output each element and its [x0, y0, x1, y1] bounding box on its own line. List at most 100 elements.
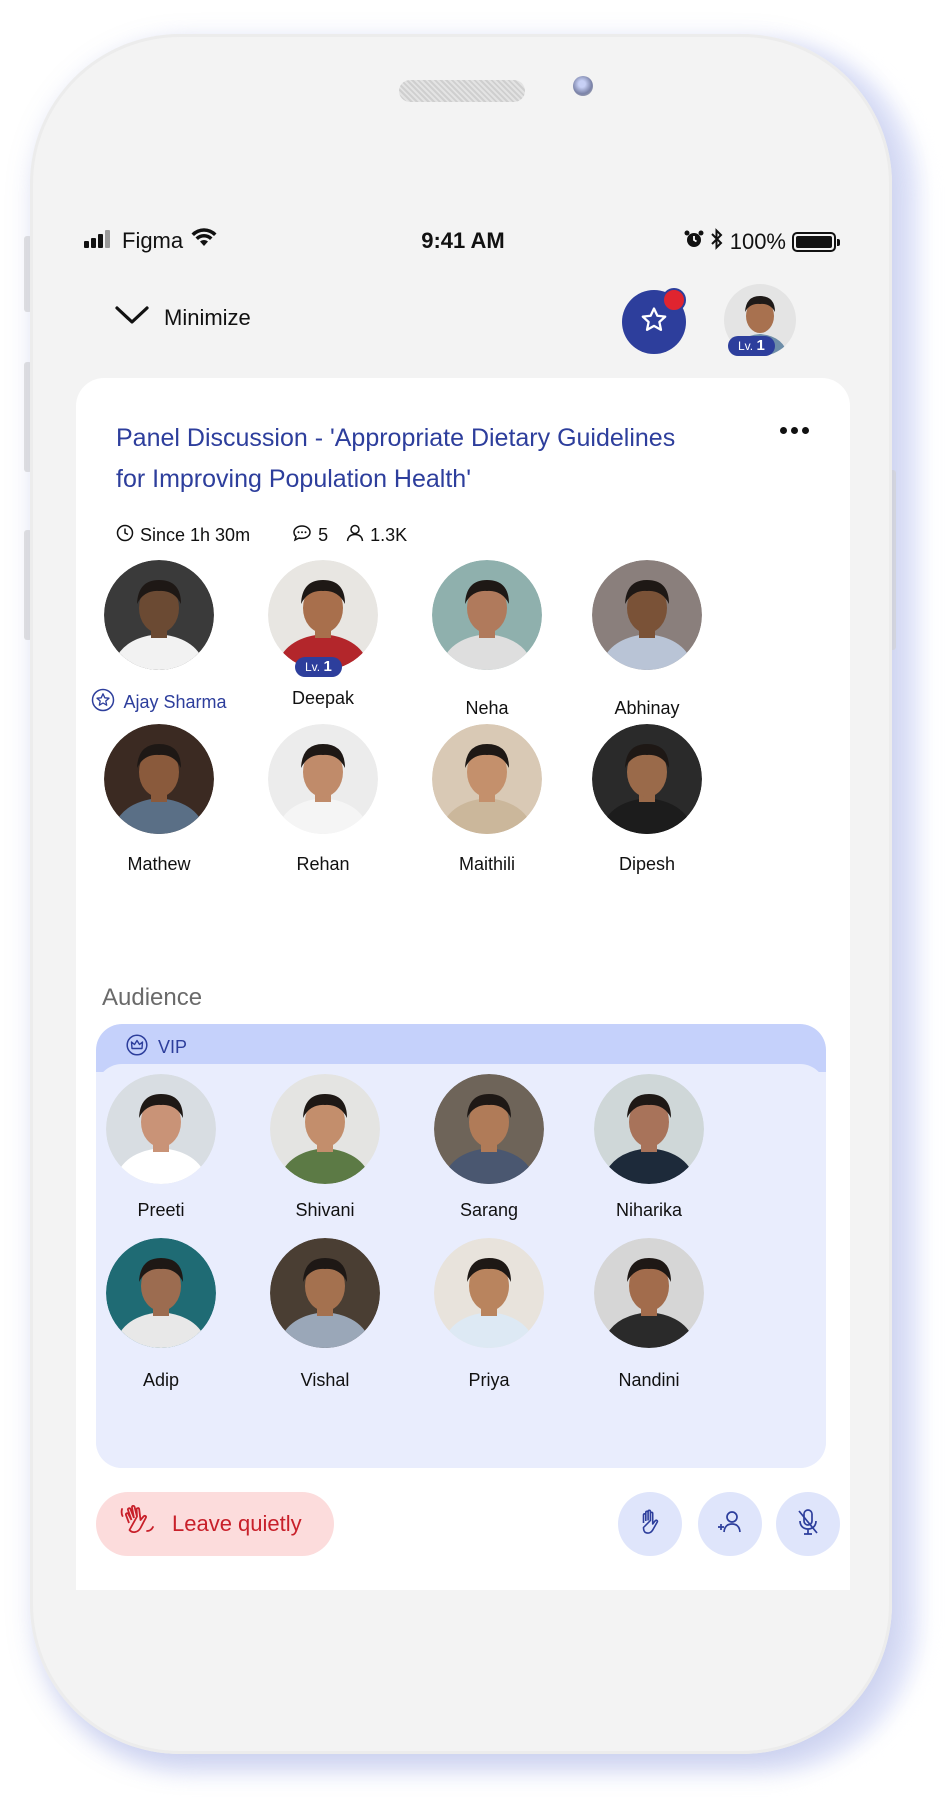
wave-hand-icon: [118, 1501, 158, 1547]
person-tile[interactable]: Lv. 1 Deepak: [228, 560, 418, 709]
person-photo: [592, 560, 702, 670]
person-name: Rehan: [296, 854, 350, 874]
person-icon: [346, 524, 364, 547]
person-tile[interactable]: Shivani: [230, 1074, 420, 1221]
duration-label: Since 1h 30m: [140, 525, 251, 545]
room-card: Panel Discussion - 'Appropriate Dietary …: [76, 378, 850, 1590]
avatar: [432, 724, 542, 834]
vip-section: VIP Preeti Shivani Sarang Niharika Adip Visha…: [96, 1024, 826, 1468]
comment-icon: [292, 524, 312, 547]
person-photo: [268, 724, 378, 834]
status-bar: Figma 9:41 AM 100%: [76, 216, 850, 266]
person-tile[interactable]: Nandini: [554, 1238, 744, 1391]
audience-heading: Audience: [102, 984, 203, 1011]
host-star-icon: [91, 688, 115, 717]
battery-percent: 100%: [729, 229, 786, 254]
person-photo: [270, 1074, 380, 1184]
person-name: Vishal: [300, 1370, 350, 1390]
level-value: 1: [323, 658, 332, 675]
mic-off-icon: [792, 1506, 824, 1543]
host-name-text: Ajay Sharma: [123, 692, 227, 712]
avatar: [592, 560, 702, 670]
app-screen: Figma 9:41 AM 100% Minimize Lv. 1 Panel …: [76, 216, 850, 1590]
room-meta: Since 1h 30m 5 1.3K: [116, 524, 407, 547]
leave-quietly-button[interactable]: Leave quietly: [96, 1492, 334, 1556]
listener-count: 1.3K: [346, 524, 407, 547]
avatar: [592, 724, 702, 834]
person-photo: [270, 1238, 380, 1348]
notification-dot: [662, 288, 686, 312]
raise-hand-button[interactable]: [618, 1492, 682, 1556]
person-photo: [434, 1238, 544, 1348]
minimize-button[interactable]: Minimize: [114, 304, 251, 332]
room-topbar: Minimize Lv. 1: [76, 280, 850, 364]
my-profile-avatar[interactable]: Lv. 1: [724, 284, 796, 356]
bluetooth-icon: [710, 228, 724, 256]
room-title: Panel Discussion - 'Appropriate Dietary …: [116, 424, 676, 493]
avatar: [270, 1238, 380, 1348]
crown-icon: [126, 1034, 148, 1061]
avatar: [104, 724, 214, 834]
minimize-label: Minimize: [164, 305, 251, 330]
comment-count: 5: [292, 524, 328, 547]
person-photo: [594, 1238, 704, 1348]
person-name: Abhinay: [614, 698, 680, 718]
person-name: Deepak: [291, 688, 355, 708]
person-photo: [104, 724, 214, 834]
battery-level: [796, 236, 832, 248]
vip-body: Preeti Shivani Sarang Niharika Adip Vishal Pri…: [96, 1064, 826, 1468]
avatar: [106, 1074, 216, 1184]
dot: [791, 426, 798, 434]
person-photo: [268, 560, 378, 670]
earpiece-speaker: [399, 80, 525, 102]
person-name: Nandini: [618, 1370, 680, 1390]
person-photo: [104, 560, 214, 670]
level-badge: Lv. 1: [295, 657, 342, 677]
avatar: [434, 1238, 544, 1348]
person-photo: [432, 560, 542, 670]
vip-label-group: VIP: [126, 1034, 187, 1061]
dot: [802, 426, 809, 434]
profile-level-badge: Lv. 1: [728, 336, 775, 356]
status-right: 100%: [684, 228, 840, 256]
person-name: Dipesh: [618, 854, 676, 874]
star-icon: [639, 305, 669, 340]
person-name: Shivani: [295, 1200, 355, 1220]
avatar: [268, 724, 378, 834]
listener-count-value: 1.3K: [370, 525, 408, 545]
person-photo: [594, 1074, 704, 1184]
person-tile[interactable]: Vishal: [230, 1238, 420, 1391]
vip-label: VIP: [158, 1037, 188, 1057]
person-tile[interactable]: Rehan: [228, 724, 418, 875]
person-tile[interactable]: Abhinay: [552, 560, 742, 719]
avatar: [594, 1074, 704, 1184]
chevron-down-icon: [114, 304, 150, 332]
avatar: [432, 560, 542, 670]
action-bar: Leave quietly: [76, 1492, 850, 1562]
person-tile[interactable]: Niharika: [554, 1074, 744, 1221]
duration: Since 1h 30m: [116, 524, 250, 547]
dot: [780, 426, 787, 434]
battery-icon: [792, 232, 840, 252]
avatar: [268, 560, 378, 670]
mute-mic-button[interactable]: [776, 1492, 840, 1556]
add-speaker-button[interactable]: [698, 1492, 762, 1556]
avatar: [104, 560, 214, 670]
front-camera: [573, 76, 593, 96]
person-photo: [592, 724, 702, 834]
avatar: [434, 1074, 544, 1184]
avatar: [106, 1238, 216, 1348]
level-prefix: Lv.: [305, 660, 324, 674]
person-photo: [432, 724, 542, 834]
raise-hand-icon: [634, 1506, 666, 1543]
level-prefix: Lv.: [738, 339, 754, 353]
favorite-button[interactable]: [622, 288, 686, 354]
person-name: Niharika: [615, 1200, 683, 1220]
avatar: [594, 1238, 704, 1348]
alarm-icon: [684, 229, 704, 255]
person-tile[interactable]: Dipesh: [552, 724, 742, 875]
more-options-button[interactable]: [780, 422, 810, 438]
person-photo: [106, 1074, 216, 1184]
comment-count-value: 5: [318, 525, 329, 545]
add-person-icon: [714, 1506, 746, 1543]
